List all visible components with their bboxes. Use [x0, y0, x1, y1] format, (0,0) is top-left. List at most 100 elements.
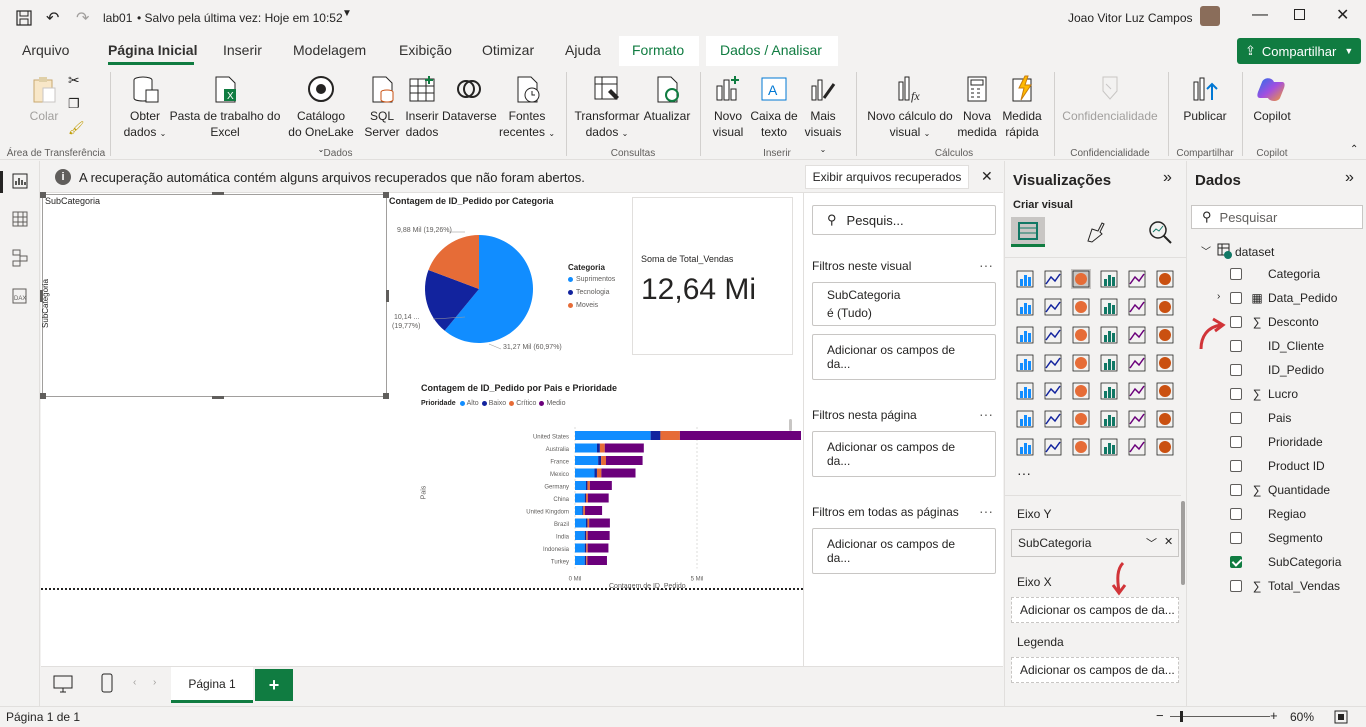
scroll-left-icon[interactable]: ‹ — [133, 677, 136, 688]
chevron-right-icon[interactable]: › — [1217, 291, 1220, 302]
slicer-icon[interactable] — [1071, 381, 1091, 401]
collapse-pane-icon[interactable]: » — [1163, 169, 1172, 187]
field-item[interactable]: Categoria — [1230, 263, 1320, 285]
avatar[interactable] — [1200, 6, 1220, 26]
bar-segment[interactable] — [585, 493, 588, 503]
bar-segment[interactable] — [585, 518, 588, 528]
bar-segment[interactable] — [587, 493, 609, 503]
add-page-filter-well[interactable]: Adicionar os campos de da... — [812, 431, 996, 477]
bar-segment[interactable] — [584, 493, 586, 503]
stacked-bar-icon[interactable] — [1015, 269, 1035, 289]
dax-query-icon[interactable]: DAX — [11, 287, 29, 305]
card-new-icon[interactable] — [1099, 437, 1119, 457]
field-item[interactable]: Segmento — [1230, 527, 1323, 549]
desktop-layout-icon[interactable] — [53, 675, 73, 693]
minimize-icon[interactable]: — — [1252, 6, 1268, 24]
100-bar-icon[interactable] — [1127, 269, 1147, 289]
chevron-up-icon[interactable]: ⌃ — [1350, 144, 1358, 155]
bar-segment[interactable] — [587, 543, 609, 553]
bar-segment[interactable] — [585, 481, 588, 490]
bar-segment[interactable] — [586, 531, 588, 540]
chevron-down-icon[interactable]: ▼ — [342, 8, 352, 19]
field-checkbox[interactable] — [1230, 364, 1242, 376]
field-checkbox[interactable] — [1230, 340, 1242, 352]
bar-segment[interactable] — [575, 556, 585, 565]
resize-handle[interactable] — [40, 393, 46, 399]
copilot-button[interactable]: Copilot — [1248, 74, 1296, 124]
zoom-slider[interactable] — [1170, 716, 1270, 717]
bar-segment[interactable] — [650, 431, 661, 440]
bar-segment[interactable] — [604, 443, 644, 453]
bar-segment[interactable] — [596, 468, 602, 478]
excel-workbook-button[interactable]: X Pasta de trabalho do Excel — [168, 74, 282, 140]
subcategoria-slicer[interactable]: SubCategoria SubCategoria — [40, 192, 389, 399]
qa-icon[interactable] — [1099, 409, 1119, 429]
save-icon[interactable] — [16, 10, 32, 26]
stacked-area-icon[interactable] — [1071, 297, 1091, 317]
field-item[interactable]: ∑ Desconto — [1230, 311, 1319, 333]
bar-segment[interactable] — [589, 481, 612, 490]
area-icon[interactable] — [1043, 297, 1063, 317]
x-axis-drop-well[interactable]: Adicionar os campos de da... — [1011, 597, 1179, 623]
table-view-icon[interactable] — [12, 211, 28, 227]
bar-segment[interactable] — [585, 506, 603, 515]
dataverse-button[interactable]: Dataverse — [442, 74, 497, 124]
scatter-icon[interactable] — [1099, 325, 1119, 345]
model-view-icon[interactable] — [12, 249, 28, 267]
zoom-out-button[interactable]: − — [1156, 708, 1164, 723]
tab-arquivo[interactable]: Arquivo — [22, 42, 69, 58]
sensitivity-button[interactable]: Confidencialidade — [1058, 74, 1162, 124]
field-item[interactable]: SubCategoria — [1230, 551, 1341, 573]
bar-segment[interactable] — [575, 518, 586, 528]
resize-handle[interactable] — [383, 393, 389, 399]
format-painter-icon[interactable]: 🖌 — [68, 120, 85, 136]
stacked-column-icon[interactable] — [1043, 269, 1063, 289]
bar-segment[interactable] — [601, 468, 636, 478]
publish-button[interactable]: Publicar — [1178, 74, 1232, 124]
key-influencers-icon[interactable] — [1043, 409, 1063, 429]
bar-segment[interactable] — [575, 443, 597, 453]
data-search-input[interactable]: ⚲ Pesquisar — [1191, 205, 1363, 229]
bar-segment[interactable] — [598, 456, 602, 465]
bar-segment[interactable] — [575, 431, 651, 440]
quick-measure-button[interactable]: Medida rápida — [998, 74, 1046, 140]
clustered-column-icon[interactable] — [1099, 269, 1119, 289]
more-options-icon[interactable]: ··· — [979, 406, 993, 422]
100-area-icon[interactable] — [1099, 297, 1119, 317]
field-checkbox[interactable] — [1230, 388, 1242, 400]
new-visual-calculation-button[interactable]: fx Novo cálculo do visual ⌄ — [864, 74, 956, 142]
bar-segment[interactable] — [584, 543, 587, 553]
bar-segment[interactable] — [583, 506, 586, 515]
field-checkbox[interactable] — [1230, 412, 1242, 424]
line-column-icon[interactable] — [1127, 297, 1147, 317]
tab-dados-analisar[interactable]: Dados / Analisar — [720, 42, 822, 58]
field-item[interactable]: ∑ Quantidade — [1230, 479, 1330, 501]
scrollbar[interactable] — [1181, 501, 1185, 585]
bar-segment[interactable] — [587, 481, 590, 490]
bar-segment[interactable] — [587, 531, 610, 540]
slicer-new-icon[interactable] — [1127, 437, 1147, 457]
analytics-icon[interactable] — [1147, 219, 1173, 245]
field-item[interactable]: Pais — [1230, 407, 1291, 429]
share-button[interactable]: ⇪ Compartilhar ▼ — [1237, 38, 1361, 64]
bar-segment[interactable] — [584, 531, 587, 540]
bar-segment[interactable] — [599, 443, 605, 453]
tab-pagina-inicial[interactable]: Página Inicial — [108, 42, 197, 58]
resize-handle[interactable] — [212, 192, 224, 195]
azure-map-icon[interactable] — [1099, 353, 1119, 373]
close-icon[interactable]: ✕ — [1336, 5, 1349, 25]
pie-icon[interactable] — [1127, 325, 1147, 345]
field-item[interactable]: Prioridade — [1230, 431, 1323, 453]
funnel-icon[interactable] — [1071, 325, 1091, 345]
bar-segment[interactable] — [575, 481, 586, 490]
paginated-icon[interactable] — [1015, 437, 1035, 457]
bar-segment[interactable] — [596, 443, 600, 453]
r-visual-icon[interactable] — [1155, 381, 1175, 401]
bar-segment[interactable] — [594, 468, 597, 478]
goals-icon[interactable] — [1155, 409, 1175, 429]
bar-segment[interactable] — [575, 543, 585, 553]
field-item[interactable]: Product ID — [1230, 455, 1325, 477]
bar-segment[interactable] — [584, 556, 587, 565]
bar-segment[interactable] — [575, 468, 595, 478]
user-name[interactable]: Joao Vitor Luz Campos — [1068, 11, 1193, 25]
